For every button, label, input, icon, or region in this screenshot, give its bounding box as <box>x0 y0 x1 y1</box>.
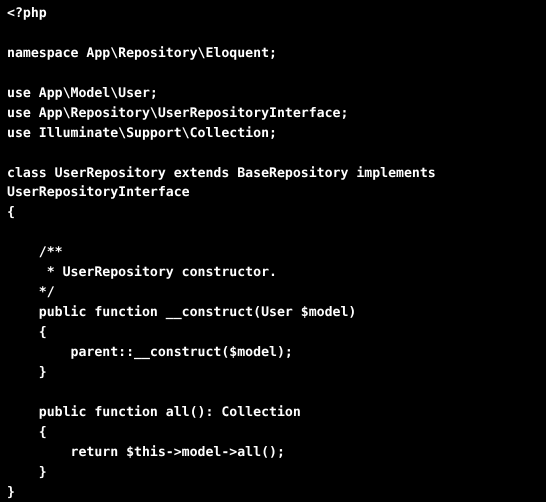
code-line: use App\Model\User; <box>7 84 546 104</box>
code-viewer[interactable]: <?php namespace App\Repository\Eloquent;… <box>0 0 546 500</box>
code-line: } <box>7 363 546 383</box>
code-line-blank <box>7 144 546 164</box>
code-line-blank <box>7 64 546 84</box>
code-line: } <box>7 463 546 483</box>
code-line-blank <box>7 383 546 403</box>
code-line: parent::__construct($model); <box>7 343 546 363</box>
code-line: } <box>7 483 546 502</box>
code-line: { <box>7 203 546 223</box>
code-line: use App\Repository\UserRepositoryInterfa… <box>7 104 546 124</box>
code-line: use Illuminate\Support\Collection; <box>7 124 546 144</box>
code-line: { <box>7 423 546 443</box>
code-line: namespace App\Repository\Eloquent; <box>7 44 546 64</box>
code-line: return $this->model->all(); <box>7 443 546 463</box>
code-line: /** <box>7 243 546 263</box>
code-line-blank <box>7 24 546 44</box>
code-line-blank <box>7 223 546 243</box>
code-line: { <box>7 323 546 343</box>
code-line: * UserRepository constructor. <box>7 263 546 283</box>
code-line: <?php <box>7 4 546 24</box>
code-line: */ <box>7 283 546 303</box>
code-line: UserRepositoryInterface <box>7 183 546 203</box>
code-line: public function all(): Collection <box>7 403 546 423</box>
code-line: public function __construct(User $model) <box>7 303 546 323</box>
code-line: class UserRepository extends BaseReposit… <box>7 164 546 184</box>
